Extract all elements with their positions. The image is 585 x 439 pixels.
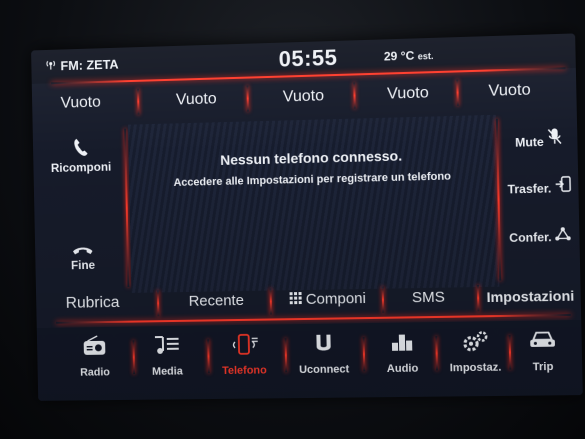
nav-uconnect-label: Uconnect xyxy=(298,363,350,377)
divider xyxy=(362,337,366,372)
tab-impostazioni[interactable]: Impostazioni xyxy=(481,281,580,311)
right-call-actions: Mute Trasfer. Confer. xyxy=(500,117,579,281)
divider xyxy=(476,285,480,312)
audio-icon xyxy=(368,330,435,363)
temperature-value: 29 °C xyxy=(383,48,415,64)
mute-button[interactable]: Mute xyxy=(500,127,576,150)
nav-uconnect[interactable]: Uconnect xyxy=(290,331,357,392)
phone-status-panel: Nessun telefono connesso. Accedere alle … xyxy=(127,114,500,293)
tab-componi[interactable]: Componi xyxy=(275,285,380,315)
radio-icon xyxy=(62,335,127,367)
favorite-slot-2[interactable]: Vuoto xyxy=(147,84,246,117)
car-icon xyxy=(508,328,576,361)
radio-source-label: FM: ZETA xyxy=(60,56,119,74)
nav-telefono[interactable]: Telefono xyxy=(211,332,278,393)
settings-icon xyxy=(441,329,509,362)
redial-button[interactable]: Ricomponi xyxy=(39,137,123,176)
favorite-slot-1[interactable]: Vuoto xyxy=(32,87,130,119)
mic-muted-icon xyxy=(547,127,562,149)
transfer-button[interactable]: Trasfer. xyxy=(501,176,577,197)
favorite-slot-3[interactable]: Vuoto xyxy=(253,80,353,113)
tab-componi-label: Componi xyxy=(305,289,367,308)
phone-handset-icon xyxy=(73,138,89,161)
nav-audio[interactable]: Audio xyxy=(368,330,436,391)
end-call-label: Fine xyxy=(70,257,96,273)
clock: 05:55 xyxy=(278,44,338,72)
no-phone-message: Nessun telefono connesso. xyxy=(220,147,403,168)
phone-icon xyxy=(211,332,277,365)
nav-impostazioni[interactable]: Impostaz. xyxy=(441,329,510,390)
nav-media[interactable]: Media xyxy=(134,334,200,394)
divider xyxy=(435,336,439,371)
favorite-slot-4[interactable]: Vuoto xyxy=(357,77,459,110)
conference-button[interactable]: Confer. xyxy=(502,226,578,245)
conference-icon xyxy=(555,227,572,245)
keypad-icon xyxy=(289,286,302,314)
uconnect-icon xyxy=(290,331,357,364)
tab-sms[interactable]: SMS xyxy=(388,283,470,313)
tab-recente[interactable]: Recente xyxy=(167,287,266,316)
divider xyxy=(353,82,356,109)
redial-label: Ricomponi xyxy=(50,159,112,176)
divider xyxy=(137,88,140,115)
mute-label: Mute xyxy=(514,134,544,150)
nav-radio-label: Radio xyxy=(80,366,111,379)
signal-icon xyxy=(45,59,57,74)
conference-label: Confer. xyxy=(509,229,552,246)
favorite-slot-5[interactable]: Vuoto xyxy=(458,74,561,107)
left-call-actions: Ricomponi Fine xyxy=(39,129,126,289)
nav-trip-label: Trip xyxy=(532,360,554,374)
divider xyxy=(246,85,249,112)
transfer-icon xyxy=(554,176,571,196)
divider xyxy=(269,288,273,315)
infotainment-screen: FM: ZETA 05:55 29 °C est. Vuoto Vuoto Vu… xyxy=(31,33,583,401)
divider xyxy=(156,290,160,317)
radio-source-indicator[interactable]: FM: ZETA xyxy=(45,57,119,74)
nav-media-label: Media xyxy=(151,365,183,378)
divider xyxy=(207,339,210,374)
media-icon xyxy=(134,334,200,367)
hang-up-icon xyxy=(72,244,94,258)
nav-audio-label: Audio xyxy=(386,362,419,376)
nav-impostazioni-label: Impostaz. xyxy=(449,361,502,375)
end-call-button[interactable]: Fine xyxy=(41,244,125,273)
divider xyxy=(381,286,385,313)
nav-trip[interactable]: Trip xyxy=(508,328,577,390)
pairing-hint: Accedere alle Impostazioni per registrar… xyxy=(173,170,452,189)
nav-telefono-label: Telefono xyxy=(222,364,267,377)
transfer-label: Trasfer. xyxy=(507,181,552,197)
divider xyxy=(284,338,288,373)
tab-rubrica[interactable]: Rubrica xyxy=(44,289,142,318)
nav-radio[interactable]: Radio xyxy=(62,335,128,395)
main-nav-bar: Radio Media Telefono Uconnect Audio Impo… xyxy=(36,319,583,401)
temperature-suffix: est. xyxy=(417,50,434,62)
outside-temperature: 29 °C est. xyxy=(384,48,434,64)
